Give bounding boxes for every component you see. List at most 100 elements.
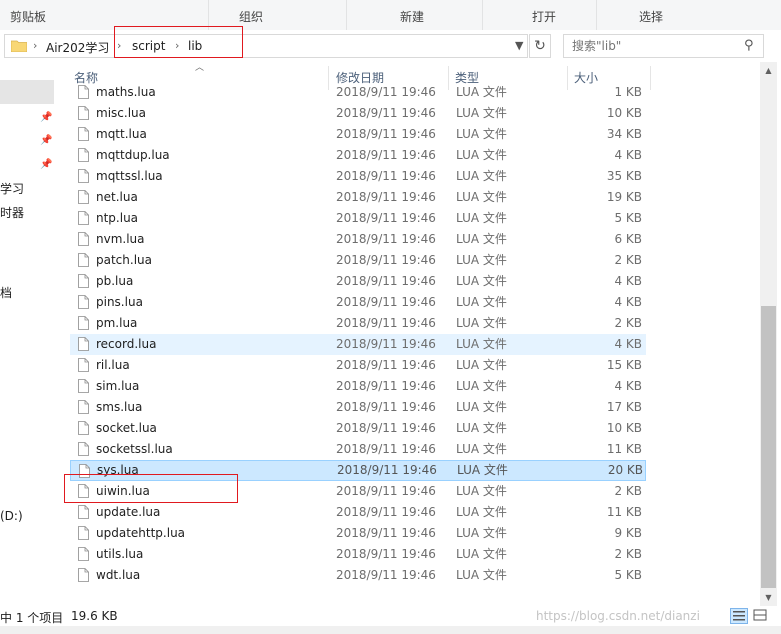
file-name[interactable]: mqttssl.lua [96,166,163,187]
search-input[interactable] [570,38,744,54]
file-type: LUA 文件 [456,127,507,141]
breadcrumb-air202[interactable]: Air202学习 [46,39,109,56]
refresh-icon: ↻ [534,38,546,54]
file-name[interactable]: pm.lua [96,313,137,334]
file-name[interactable]: patch.lua [96,250,152,271]
ribbon-group-open[interactable]: 打开 [532,8,556,25]
ribbon-group-new[interactable]: 新建 [400,8,424,25]
file-row[interactable]: updatehttp.lua 2018/9/11 19:46 LUA 文件 9 KB [70,523,646,544]
file-row[interactable]: socketssl.lua 2018/9/11 19:46 LUA 文件 11 KB [70,439,646,460]
file-name[interactable]: ntp.lua [96,208,138,229]
file-size: 4 KB [614,337,642,351]
file-size: 4 KB [614,148,642,162]
file-name[interactable]: update.lua [96,502,160,523]
large-icons-view-button[interactable] [752,608,770,624]
details-view-button[interactable] [730,608,748,624]
file-modified-date: 2018/9/11 19:46 [336,148,436,162]
chevron-down-icon[interactable]: ▼ [515,39,523,52]
file-row[interactable]: utils.lua 2018/9/11 19:46 LUA 文件 2 KB [70,544,646,565]
pin-icon[interactable]: 📌 [40,112,52,123]
file-name[interactable]: sim.lua [96,376,139,397]
file-row[interactable]: nvm.lua 2018/9/11 19:46 LUA 文件 6 KB [70,229,646,250]
file-row[interactable]: maths.lua 2018/9/11 19:46 LUA 文件 1 KB [70,82,646,103]
file-name[interactable]: pins.lua [96,292,143,313]
file-row[interactable]: ril.lua 2018/9/11 19:46 LUA 文件 15 KB [70,355,646,376]
file-row[interactable]: sys.lua 2018/9/11 19:46 LUA 文件 20 KB [70,460,646,481]
file-modified-date: 2018/9/11 19:46 [336,358,436,372]
file-row[interactable]: socket.lua 2018/9/11 19:46 LUA 文件 10 KB [70,418,646,439]
breadcrumb-separator-icon[interactable]: › [33,39,37,52]
ribbon-group-clipboard[interactable]: 剪贴板 [10,8,46,25]
file-row[interactable]: pm.lua 2018/9/11 19:46 LUA 文件 2 KB [70,313,646,334]
file-row[interactable]: update.lua 2018/9/11 19:46 LUA 文件 11 KB [70,502,646,523]
file-row[interactable]: misc.lua 2018/9/11 19:46 LUA 文件 10 KB [70,103,646,124]
file-modified-date: 2018/9/11 19:46 [336,442,436,456]
file-row[interactable]: wdt.lua 2018/9/11 19:46 LUA 文件 5 KB [70,565,646,586]
breadcrumb-separator-icon[interactable]: › [175,39,179,52]
ribbon-group-select[interactable]: 选择 [639,8,663,25]
scroll-down-icon[interactable]: ▼ [760,589,777,606]
file-row[interactable]: net.lua 2018/9/11 19:46 LUA 文件 19 KB [70,187,646,208]
file-row[interactable]: sms.lua 2018/9/11 19:46 LUA 文件 17 KB [70,397,646,418]
file-type: LUA 文件 [456,232,507,246]
breadcrumb-script[interactable]: script [132,39,165,53]
file-row[interactable]: mqttdup.lua 2018/9/11 19:46 LUA 文件 4 KB [70,145,646,166]
search-icon[interactable]: ⚲ [744,38,754,53]
pin-icon[interactable]: 📌 [40,135,52,146]
file-row[interactable]: mqtt.lua 2018/9/11 19:46 LUA 文件 34 KB [70,124,646,145]
file-name[interactable]: sms.lua [96,397,142,418]
file-type: LUA 文件 [456,316,507,330]
file-row[interactable]: mqttssl.lua 2018/9/11 19:46 LUA 文件 35 KB [70,166,646,187]
scroll-up-icon[interactable]: ▲ [760,62,777,79]
file-name[interactable]: socketssl.lua [96,439,173,460]
nav-item-study[interactable]: 学习 [0,180,24,197]
file-name[interactable]: net.lua [96,187,138,208]
file-name[interactable]: sys.lua [97,461,139,480]
breadcrumb-separator-icon[interactable]: › [117,39,121,52]
file-row[interactable]: pb.lua 2018/9/11 19:46 LUA 文件 4 KB [70,271,646,292]
file-modified-date: 2018/9/11 19:46 [336,526,436,540]
file-type: LUA 文件 [456,358,507,372]
nav-item-document[interactable]: 档 [0,284,12,301]
file-name[interactable]: updatehttp.lua [96,523,185,544]
ribbon-divider [482,0,483,30]
scrollbar-thumb[interactable] [761,306,776,588]
file-name[interactable]: record.lua [96,334,156,355]
search-box[interactable]: ⚲ [563,34,764,58]
file-type: LUA 文件 [456,148,507,162]
file-name[interactable]: mqtt.lua [96,124,147,145]
file-size: 1 KB [614,85,642,99]
refresh-button[interactable]: ↻ [529,34,551,58]
file-name[interactable]: utils.lua [96,544,143,565]
vertical-scrollbar[interactable]: ▲ ▼ [760,62,777,606]
file-name[interactable]: uiwin.lua [96,481,150,502]
pin-icon[interactable]: 📌 [40,159,52,170]
breadcrumb-lib[interactable]: lib [188,39,202,53]
file-row[interactable]: ntp.lua 2018/9/11 19:46 LUA 文件 5 KB [70,208,646,229]
address-bar[interactable]: › Air202学习 › script › lib ▼ [4,34,528,58]
file-row[interactable]: record.lua 2018/9/11 19:46 LUA 文件 4 KB [70,334,646,355]
file-name[interactable]: wdt.lua [96,565,140,586]
nav-selected-item[interactable] [0,80,54,104]
file-row[interactable]: patch.lua 2018/9/11 19:46 LUA 文件 2 KB [70,250,646,271]
file-icon [78,295,89,309]
ribbon-group-organize[interactable]: 组织 [239,8,263,25]
file-name[interactable]: maths.lua [96,82,156,103]
file-name[interactable]: ril.lua [96,355,130,376]
file-row[interactable]: pins.lua 2018/9/11 19:46 LUA 文件 4 KB [70,292,646,313]
file-modified-date: 2018/9/11 19:46 [336,547,436,561]
file-name[interactable]: nvm.lua [96,229,145,250]
file-size: 11 KB [606,442,642,456]
nav-item-timer[interactable]: 时器 [0,204,24,221]
file-size: 17 KB [606,400,642,414]
file-name[interactable]: misc.lua [96,103,146,124]
file-type: LUA 文件 [456,421,507,435]
nav-item-drive-d[interactable]: (D:) [0,509,23,523]
file-row[interactable]: sim.lua 2018/9/11 19:46 LUA 文件 4 KB [70,376,646,397]
file-modified-date: 2018/9/11 19:46 [336,379,436,393]
column-divider[interactable] [650,66,651,90]
file-name[interactable]: pb.lua [96,271,133,292]
file-name[interactable]: socket.lua [96,418,157,439]
file-row[interactable]: uiwin.lua 2018/9/11 19:46 LUA 文件 2 KB [70,481,646,502]
file-name[interactable]: mqttdup.lua [96,145,170,166]
